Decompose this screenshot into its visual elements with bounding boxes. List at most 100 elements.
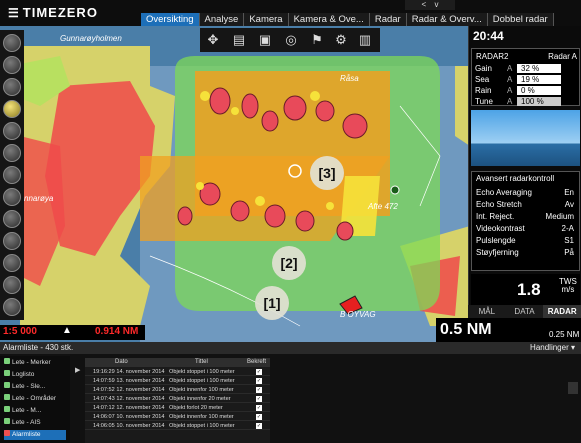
ais-icon[interactable]: ⚑ (308, 31, 326, 49)
table-row[interactable]: 14:06:07 10. november 2014 Objekt innenfo… (85, 413, 270, 421)
tab-analyse[interactable]: Analyse (199, 13, 245, 26)
callout-2: [2] (272, 246, 306, 280)
col-dato[interactable]: Dato (115, 359, 128, 365)
actions-menu[interactable]: Handlinger ▾ (530, 342, 575, 354)
window-controls: < v (405, 0, 455, 10)
rain-control[interactable]: Rain A 0 % (475, 86, 579, 96)
table-row[interactable]: 19:16:29 14. november 2014 Objekt stoppet… (85, 368, 270, 376)
radar-overlay-icon[interactable]: ◎ (282, 31, 300, 49)
tune-control[interactable]: Tune A 100 % (475, 97, 579, 107)
vessel-icon[interactable] (3, 232, 21, 250)
tws-value: 1.8 (517, 280, 541, 299)
rain-value[interactable]: 0 % (517, 86, 561, 95)
confirm-checkbox[interactable]: ✓ (256, 369, 262, 375)
confirm-checkbox[interactable]: ✓ (256, 423, 262, 429)
echo-averaging-row[interactable]: Echo Averaging En (476, 188, 576, 197)
confirm-checkbox[interactable]: ✓ (256, 414, 262, 420)
tws-unit: m/s (561, 285, 575, 294)
zoom-out-icon[interactable] (3, 166, 21, 184)
sidebar-item-alarmliste[interactable]: Alarmliste (4, 430, 66, 440)
window-left-button[interactable]: < (422, 0, 427, 9)
sea-control[interactable]: Sea A 19 % (475, 75, 579, 85)
echo-stretch-value[interactable]: Av (565, 200, 574, 209)
tab-radar-panel[interactable]: RADAR (543, 305, 581, 318)
tab-kamera[interactable]: Kamera (244, 13, 289, 26)
row-title: Objekt stoppet i 100 meter (169, 423, 235, 429)
sidebar-label: Lete - Områder (12, 395, 57, 402)
gain-control[interactable]: Gain A 32 % (475, 64, 579, 74)
sea-mode[interactable]: A (507, 75, 512, 84)
tab-oversikting[interactable]: Oversikting (141, 13, 200, 26)
sidebar-item-loglisto[interactable]: Loglisto (4, 370, 34, 380)
zoom-in-icon[interactable] (3, 144, 21, 162)
col-tittel[interactable]: Tittel (195, 359, 208, 365)
tab-radar[interactable]: Radar (369, 13, 407, 26)
row-title: Objekt stoppet i 100 meter (169, 369, 235, 375)
gain-value[interactable]: 32 % (517, 64, 561, 73)
tab-radar-overview[interactable]: Radar & Overv... (406, 13, 488, 26)
tracking-icon[interactable]: ⚙ (332, 31, 350, 49)
pulslengde-label: Pulslengde (476, 236, 516, 245)
layers-icon[interactable] (3, 188, 21, 206)
sidebar-item-lete-omrader[interactable]: Lete - Områder (4, 394, 56, 404)
videokontrast-row[interactable]: Videokontrast 2-A (476, 224, 576, 233)
confirm-checkbox[interactable]: ✓ (256, 405, 262, 411)
radar-panel-tabs: MÅL DATA RADAR (468, 305, 581, 318)
chart-layers-icon[interactable]: ▤ (230, 31, 248, 49)
table-row[interactable]: 14:07:43 12. november 2014 Objekt innenfo… (85, 395, 270, 403)
compass-tool-icon[interactable] (3, 34, 21, 52)
camera-thumbnail[interactable] (471, 110, 580, 166)
table-row[interactable]: 14:07:59 13. november 2014 Objekt stoppet… (85, 377, 270, 385)
tune-label: Tune (475, 97, 493, 106)
report-icon[interactable]: ▥ (356, 31, 374, 49)
tab-mal[interactable]: MÅL (468, 305, 506, 318)
int-reject-value[interactable]: Medium (546, 212, 574, 221)
tws-label-group: TWS m/s (559, 278, 577, 294)
route-tool-icon[interactable] (3, 56, 21, 74)
videokontrast-value[interactable]: 2-A (562, 224, 574, 233)
tune-mode[interactable]: A (507, 97, 512, 106)
center-vessel-icon[interactable]: ✥ (204, 31, 222, 49)
sea-label: Sea (475, 75, 490, 84)
col-bekreft[interactable]: Bekreft (247, 359, 266, 365)
confirm-checkbox[interactable]: ✓ (256, 387, 262, 393)
pencil-tool-icon[interactable] (3, 100, 21, 118)
photo-icon[interactable]: ▣ (256, 31, 274, 49)
int-reject-row[interactable]: Int. Reject. Medium (476, 212, 576, 221)
gain-mode[interactable]: A (507, 64, 512, 73)
vrm-icon[interactable] (3, 276, 21, 294)
window-collapse-button[interactable]: v (434, 0, 438, 9)
stoyfjerning-label: Støyfjerning (476, 248, 519, 257)
echo-stretch-row[interactable]: Echo Stretch Av (476, 200, 576, 209)
confirm-checkbox[interactable]: ✓ (256, 378, 262, 384)
table-row[interactable]: 14:07:52 12. november 2014 Objekt innenfo… (85, 386, 270, 394)
stoyfjerning-row[interactable]: Støyfjerning På (476, 248, 576, 257)
row-date: 14:07:59 13. november 2014 (93, 378, 165, 384)
ebl-icon[interactable] (3, 254, 21, 272)
target-icon[interactable] (3, 210, 21, 228)
measure-tool-icon[interactable] (3, 122, 21, 140)
echo-averaging-value[interactable]: En (564, 188, 574, 197)
sidebar-item-lete-m[interactable]: Lete - M... (4, 406, 41, 416)
table-row[interactable]: 14:06:05 10. november 2014 Objekt stoppet… (85, 422, 270, 430)
tab-kamera-overview[interactable]: Kamera & Ove... (288, 13, 370, 26)
stoyfjerning-value[interactable]: På (564, 248, 574, 257)
row-date: 14:06:05 10. november 2014 (93, 423, 165, 429)
sea-value[interactable]: 19 % (517, 75, 561, 84)
rain-mode[interactable]: A (507, 86, 512, 95)
mark-tool-icon[interactable] (3, 78, 21, 96)
tab-data[interactable]: DATA (506, 305, 544, 318)
pulslengde-row[interactable]: Pulslengde S1 (476, 236, 576, 245)
alarm-list-panel: Alarmliste - 430 stk. Handlinger ▾ Lete … (0, 342, 581, 443)
tune-value[interactable]: 100 % (517, 97, 561, 106)
table-row[interactable]: 14:07:12 12. november 2014 Objekt forlot … (85, 404, 270, 412)
confirm-checkbox[interactable]: ✓ (256, 396, 262, 402)
sidebar-item-lete-merker[interactable]: Lete - Merker (4, 358, 51, 368)
scrollbar[interactable] (568, 382, 578, 394)
pulslengde-value[interactable]: S1 (564, 236, 574, 245)
sidebar-label: Lete - Sle... (12, 383, 46, 390)
sidebar-item-lete-sle[interactable]: Lete - Sle... (4, 382, 45, 392)
sidebar-item-lete-ais[interactable]: Lete - AIS (4, 418, 41, 428)
settings-icon[interactable] (3, 298, 21, 316)
tab-dobbel-radar[interactable]: Dobbel radar (487, 13, 554, 26)
